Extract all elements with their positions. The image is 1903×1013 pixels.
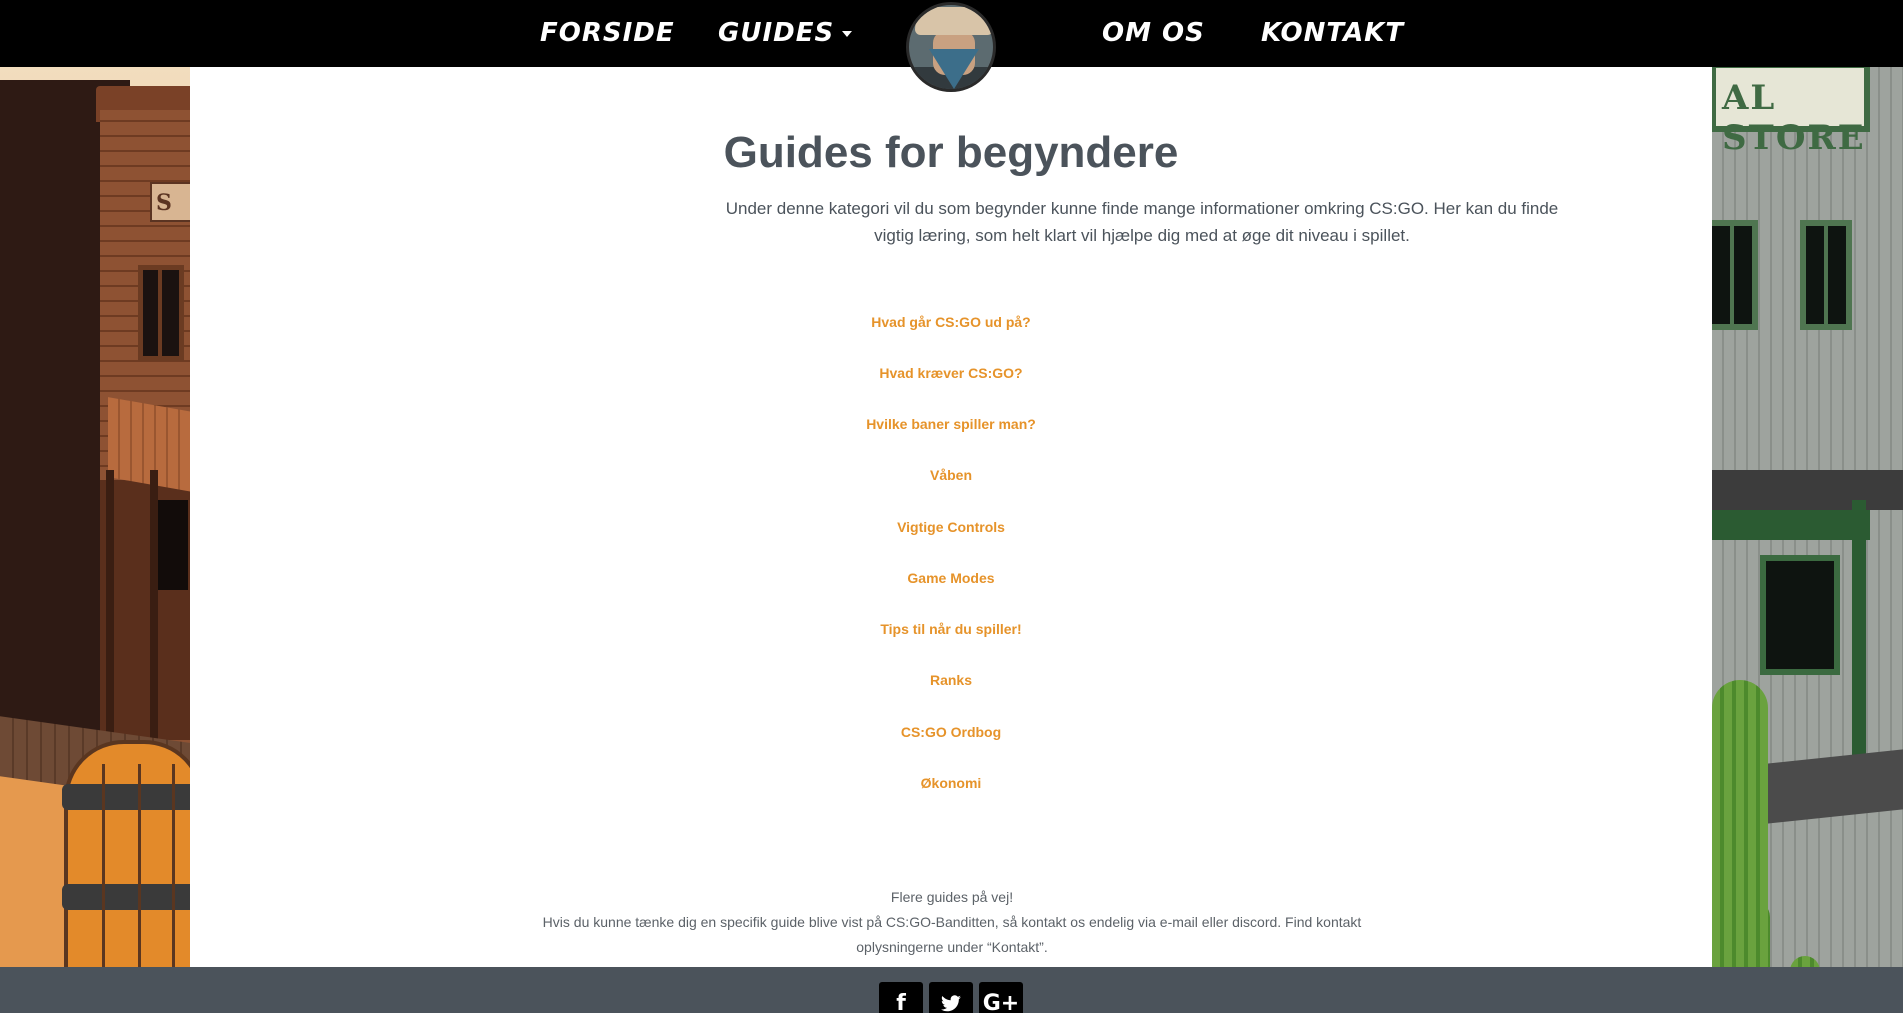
- footer-note: Flere guides på vej! Hvis du kunne tænke…: [520, 885, 1384, 960]
- logo-hat: [915, 7, 993, 35]
- guide-link[interactable]: Ranks: [930, 672, 972, 688]
- guide-link[interactable]: Økonomi: [921, 775, 982, 791]
- guide-link[interactable]: Våben: [930, 467, 972, 483]
- barrel-band: [62, 884, 206, 910]
- guide-list-item: Ranks: [190, 672, 1712, 690]
- footer-note-line: Flere guides på vej!: [890, 889, 1014, 905]
- guide-link[interactable]: CS:GO Ordbog: [901, 724, 1001, 740]
- footer-note-line: Hvis du kunne tænke dig en specifik guid…: [542, 914, 1362, 930]
- guide-list-item: CS:GO Ordbog: [190, 724, 1712, 742]
- nav-link-kontakt[interactable]: KONTAKT: [1261, 18, 1404, 48]
- left-building-sign: S: [150, 182, 194, 222]
- intro-line: Under denne kategori vil du som begynder…: [725, 199, 1559, 218]
- footer-note-line: oplysningerne under “Kontakt”.: [856, 939, 1048, 955]
- twitter-bird-icon: [941, 995, 961, 1012]
- porch-post: [150, 470, 158, 760]
- guide-link[interactable]: Tips til når du spiller!: [880, 621, 1021, 637]
- facebook-icon[interactable]: f: [879, 982, 923, 1013]
- guide-list-item: Våben: [190, 467, 1712, 485]
- barrel-band: [62, 784, 206, 810]
- nav-link-forside[interactable]: FORSIDE: [540, 18, 675, 48]
- footer-bar: f G+: [0, 967, 1903, 1013]
- guide-list-item: Hvad går CS:GO ud på?: [190, 314, 1712, 332]
- nav-link-om-os[interactable]: OM OS: [1102, 18, 1205, 48]
- guide-list-item: Økonomi: [190, 775, 1712, 793]
- intro-text: Under denne kategori vil du som begynder…: [716, 195, 1568, 249]
- nav-link-guides[interactable]: GUIDES: [718, 18, 853, 48]
- left-building-door: [158, 500, 188, 590]
- nav-link-guides-label: GUIDES: [718, 18, 835, 48]
- caret-down-icon: [842, 30, 853, 37]
- right-building-sign: AL STORE: [1710, 62, 1870, 158]
- left-sign-text: S: [156, 190, 172, 216]
- right-building-window: [1706, 220, 1758, 330]
- site-logo[interactable]: [906, 2, 996, 92]
- guide-link[interactable]: Hvad går CS:GO ud på?: [871, 314, 1030, 330]
- guide-link[interactable]: Hvad kræver CS:GO?: [879, 365, 1022, 381]
- guide-list-item: Tips til når du spiller!: [190, 621, 1712, 639]
- right-building-awning: [1700, 510, 1870, 540]
- right-sign-text: AL STORE: [1722, 78, 1866, 158]
- guide-list-item: Game Modes: [190, 570, 1712, 588]
- guide-link[interactable]: Vigtige Controls: [897, 519, 1005, 535]
- guide-list-item: Hvilke baner spiller man?: [190, 416, 1712, 434]
- guide-link[interactable]: Game Modes: [907, 570, 994, 586]
- guide-link[interactable]: Hvilke baner spiller man?: [866, 416, 1036, 432]
- guide-list-item: Vigtige Controls: [190, 519, 1712, 537]
- twitter-icon[interactable]: [929, 982, 973, 1013]
- porch-post: [106, 470, 114, 760]
- left-building-window: [138, 265, 184, 361]
- content-card: Guides for begyndere Under denne kategor…: [190, 67, 1712, 967]
- right-building-roof: [1700, 470, 1903, 510]
- page-title: Guides for begyndere: [723, 128, 1179, 177]
- intro-line: vigtig læring, som helt klart vil hjælpe…: [874, 226, 1410, 245]
- right-building-door: [1760, 555, 1840, 675]
- right-building-window: [1800, 220, 1852, 330]
- guide-list-item: Hvad kræver CS:GO?: [190, 365, 1712, 383]
- google-plus-icon[interactable]: G+: [979, 982, 1023, 1013]
